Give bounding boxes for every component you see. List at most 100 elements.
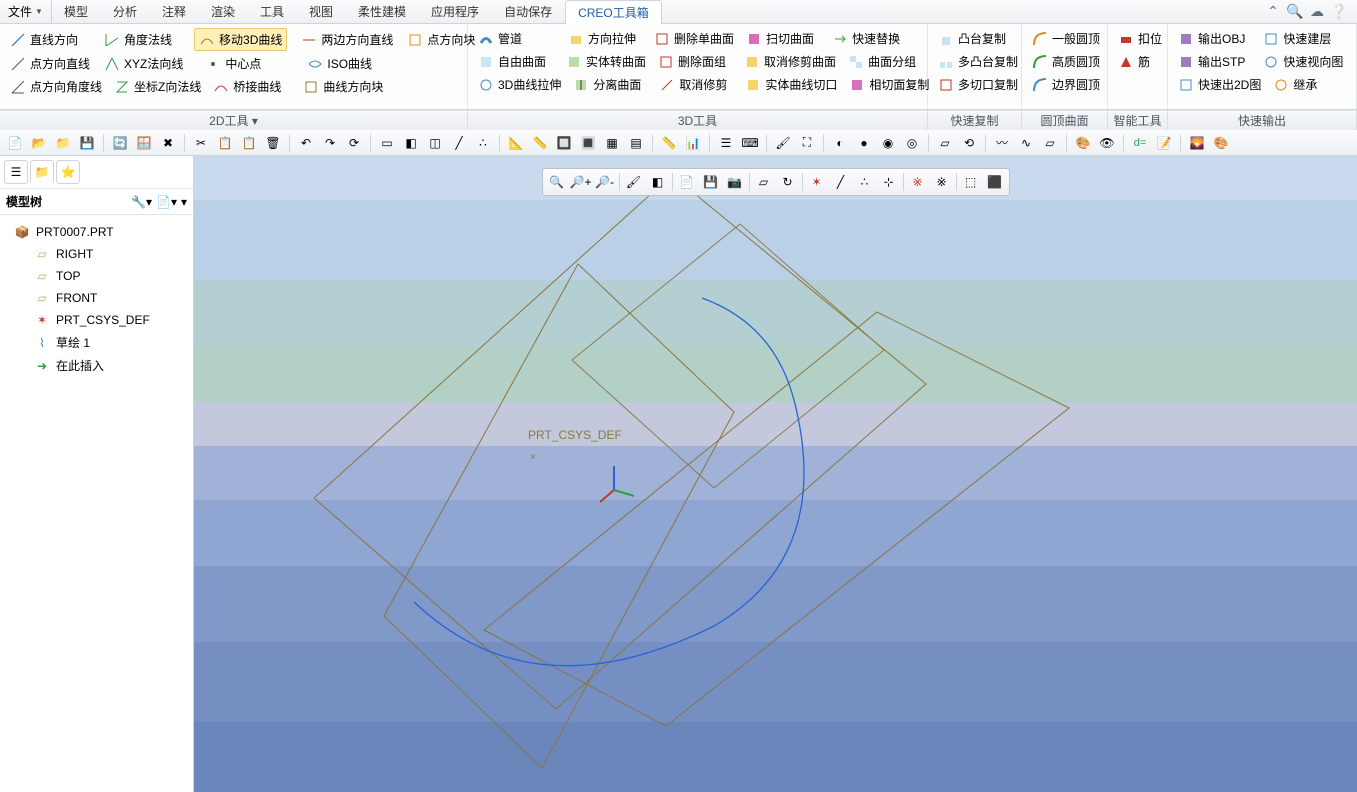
qat-transp[interactable]: 👁: [1096, 132, 1118, 154]
viewport[interactable]: × PRT_CSYS_DEF 🔍 🔎+ 🔎- 🖌 ◧ 📄 💾 📷 ▱ ↻ ✶ ╱…: [194, 156, 1357, 792]
tree-insert[interactable]: ➜ 在此插入: [0, 354, 193, 377]
btn-fast-2d[interactable]: 快速出2D图: [1174, 74, 1265, 95]
qat-shade1[interactable]: ◐: [829, 132, 851, 154]
btn-xyz-normal[interactable]: XYZ法向线: [100, 53, 187, 74]
tab-autosave[interactable]: 自动保存: [492, 0, 565, 23]
qat-axis-disp[interactable]: ╱: [448, 132, 470, 154]
qat-new[interactable]: 📄: [4, 132, 26, 154]
btn-boss-copy[interactable]: 凸台复制: [934, 28, 1010, 49]
stab-3[interactable]: ⭐: [56, 160, 80, 184]
vt-persp[interactable]: ▱: [752, 171, 776, 193]
vt-snapshot[interactable]: 📷: [723, 171, 747, 193]
qat-csys-disp[interactable]: ◧: [400, 132, 422, 154]
qat-shade3[interactable]: ◉: [877, 132, 899, 154]
vt-style[interactable]: ◧: [646, 171, 670, 193]
qat-view3[interactable]: 🔲: [553, 132, 575, 154]
qat-plane-disp[interactable]: ◫: [424, 132, 446, 154]
btn-del-quilt[interactable]: 删除面组: [654, 51, 730, 72]
qat-curve1[interactable]: 〰: [991, 132, 1013, 154]
tab-view[interactable]: 视图: [297, 0, 346, 23]
vt-views[interactable]: 📄: [675, 171, 699, 193]
vt-datum-point[interactable]: ∴: [853, 171, 877, 193]
tree-show[interactable]: 📄▾: [156, 195, 177, 209]
btn-split-surf[interactable]: 分离曲面: [569, 74, 645, 95]
qat-appearance[interactable]: 🎨: [1072, 132, 1094, 154]
btn-round-bound[interactable]: 边界圆顶: [1028, 74, 1104, 95]
tab-tools[interactable]: 工具: [248, 0, 297, 23]
tree-right[interactable]: ▱ RIGHT: [0, 243, 193, 265]
tree-root[interactable]: 📦 PRT0007.PRT: [0, 221, 193, 243]
qat-open[interactable]: 📂: [28, 132, 50, 154]
btn-iso-curve[interactable]: ISO曲线: [303, 53, 376, 74]
btn-angle-normal[interactable]: 角度法线: [100, 28, 176, 51]
btn-sweep-cut[interactable]: 扫切曲面: [742, 28, 818, 49]
btn-group-surf[interactable]: 曲面分组: [844, 51, 920, 72]
btn-solid-to-surf[interactable]: 实体转曲面: [562, 51, 650, 72]
btn-fast-replace[interactable]: 快速替换: [828, 28, 904, 49]
qat-view4[interactable]: 🔳: [577, 132, 599, 154]
btn-solid-notch[interactable]: 实体曲线切口: [741, 74, 841, 95]
btn-del-surf[interactable]: 删除单曲面: [650, 28, 738, 49]
btn-pipe[interactable]: 管道: [474, 28, 526, 49]
qat-curve2[interactable]: ∿: [1015, 132, 1037, 154]
btn-line-dir[interactable]: 直线方向: [6, 28, 82, 51]
qat-spin[interactable]: ⟲: [958, 132, 980, 154]
title-2d[interactable]: 2D工具 ▾: [0, 111, 468, 130]
vt-zoom-out[interactable]: 🔎-: [593, 171, 617, 193]
qat-env[interactable]: 🌄: [1186, 132, 1208, 154]
qat-d[interactable]: d=: [1129, 132, 1151, 154]
tree-settings[interactable]: 🔧▾: [131, 195, 152, 209]
btn-round-hq[interactable]: 高质圆顶: [1028, 51, 1104, 72]
btn-multi-cut[interactable]: 多切口复制: [934, 74, 1022, 95]
qat-analysis[interactable]: 📊: [682, 132, 704, 154]
qat-cut[interactable]: ✂: [190, 132, 212, 154]
vt-sel1[interactable]: ⬚: [959, 171, 983, 193]
qat-shade4[interactable]: ◎: [901, 132, 923, 154]
qat-measure[interactable]: 📏: [658, 132, 680, 154]
tree-top[interactable]: ▱ TOP: [0, 265, 193, 287]
btn-center[interactable]: 中心点: [201, 53, 265, 74]
btn-move-3d-curve[interactable]: 移动3D曲线: [194, 28, 287, 51]
qat-mapkey[interactable]: ⌨: [739, 132, 761, 154]
tree-filter[interactable]: ▾: [181, 195, 187, 209]
qat-save[interactable]: 💾: [76, 132, 98, 154]
btn-z-normal[interactable]: 坐标Z向法线: [110, 76, 205, 97]
btn-untrim-surf[interactable]: 取消修剪曲面: [740, 51, 840, 72]
vt-zoom-in[interactable]: 🔎+: [569, 171, 593, 193]
stab-1[interactable]: ☰: [4, 160, 28, 184]
btn-bridge-curve[interactable]: 桥接曲线: [209, 76, 285, 97]
btn-export-obj[interactable]: 输出OBJ: [1174, 28, 1249, 49]
qat-regen[interactable]: ⟳: [343, 132, 365, 154]
collapse-icon[interactable]: ⌃: [1265, 4, 1281, 20]
btn-fast-layer[interactable]: 快速建层: [1259, 28, 1335, 49]
qat-redo[interactable]: ↷: [319, 132, 341, 154]
btn-inherit[interactable]: 继承: [1269, 74, 1321, 95]
tab-annotate[interactable]: 注释: [150, 0, 199, 23]
tab-apps[interactable]: 应用程序: [419, 0, 492, 23]
btn-point-angle-line[interactable]: 点方向角度线: [6, 76, 106, 97]
qat-view1[interactable]: 📐: [505, 132, 527, 154]
tree-sketch1[interactable]: ⌇ 草绘 1: [0, 331, 193, 354]
tab-creo-toolbox[interactable]: CREO工具箱: [565, 0, 662, 25]
tab-analyze[interactable]: 分析: [101, 0, 150, 23]
qat-regeanerate[interactable]: 🔄: [109, 132, 131, 154]
vt-datum-csys[interactable]: ⊹: [877, 171, 901, 193]
qat-paste[interactable]: 📋: [238, 132, 260, 154]
btn-round-general[interactable]: 一般圆顶: [1028, 28, 1104, 49]
vt-annot[interactable]: ※: [906, 171, 930, 193]
qat-point-disp[interactable]: ∴: [472, 132, 494, 154]
qat-window[interactable]: 🪟: [133, 132, 155, 154]
stab-2[interactable]: 📁: [30, 160, 54, 184]
btn-fast-viewdir[interactable]: 快速视向图: [1259, 51, 1347, 72]
file-menu[interactable]: 文件 ▼: [0, 0, 52, 23]
tree-front[interactable]: ▱ FRONT: [0, 287, 193, 309]
qat-persp[interactable]: ▱: [934, 132, 956, 154]
vt-annot2[interactable]: ※: [930, 171, 954, 193]
vt-repaint[interactable]: 🖌: [622, 171, 646, 193]
qat-delete[interactable]: 🗑: [262, 132, 284, 154]
btn-tangent-copy[interactable]: 相切面复制: [845, 74, 933, 95]
qat-rel[interactable]: 📝: [1153, 132, 1175, 154]
cloud-icon[interactable]: ☁: [1309, 4, 1325, 20]
tree-csys[interactable]: ✶ PRT_CSYS_DEF: [0, 309, 193, 331]
qat-close[interactable]: ✖: [157, 132, 179, 154]
